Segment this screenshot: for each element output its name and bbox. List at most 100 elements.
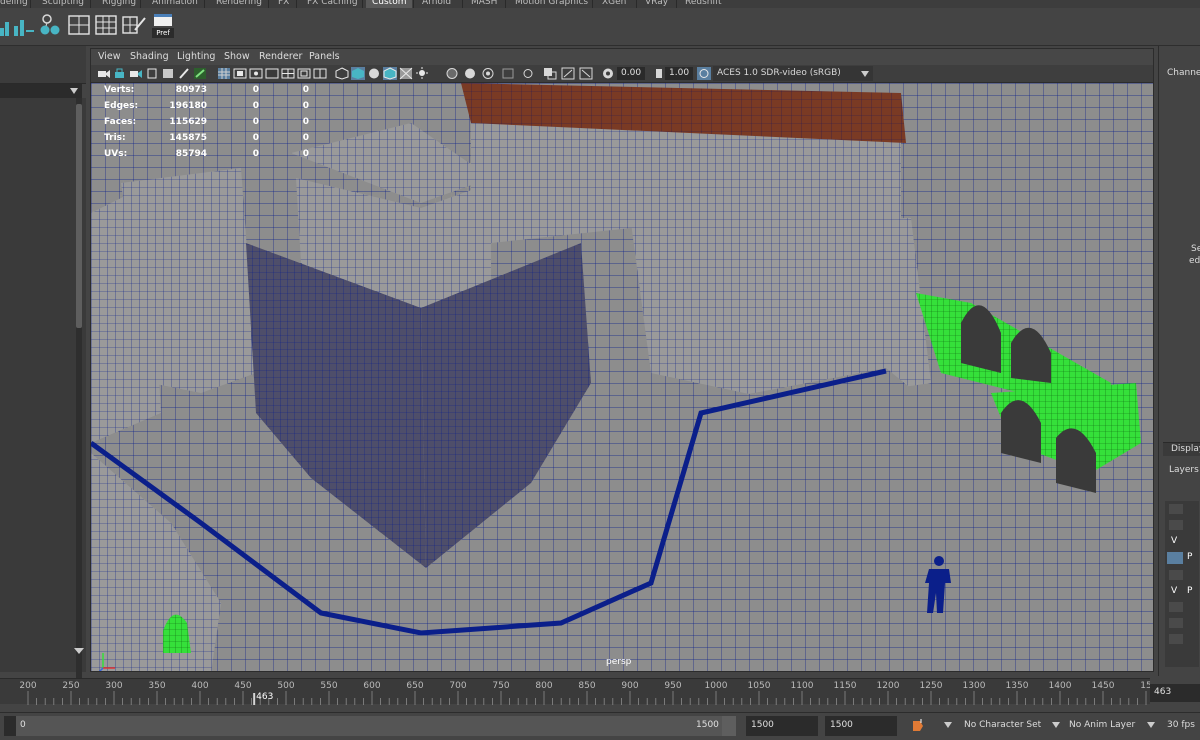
hud-component: 0: [302, 149, 309, 159]
gate-mask-icon[interactable]: [265, 67, 279, 80]
menu-view[interactable]: View: [98, 51, 121, 62]
chevron-down-icon: [70, 88, 78, 94]
fps-dropdown[interactable]: 30 fps: [1167, 720, 1195, 730]
shadows-icon[interactable]: [445, 67, 459, 80]
hypershade-icon[interactable]: [38, 12, 64, 38]
shelf-tab-custom[interactable]: Custom: [366, 0, 413, 8]
gamma-icon[interactable]: [649, 67, 663, 80]
layer-visibility-box[interactable]: [1169, 504, 1183, 514]
bar-chart-icon[interactable]: [12, 12, 38, 38]
left-panel-dropdown[interactable]: [0, 84, 82, 98]
field-chart-icon[interactable]: [281, 67, 295, 80]
menu-renderer[interactable]: Renderer: [259, 51, 302, 62]
camera-select-icon[interactable]: [97, 67, 111, 80]
time-slider[interactable]: 200 250 300 350 400 450 500 550 600 650 700 750 800 8…: [0, 678, 1150, 705]
shelf-tab-rigging[interactable]: Rigging: [102, 0, 136, 8]
layer-visibility-box[interactable]: [1169, 602, 1183, 612]
layer-visibility-box[interactable]: [1169, 520, 1183, 530]
safe-action-icon[interactable]: [297, 67, 311, 80]
gamma-field[interactable]: 1.00: [665, 67, 693, 80]
auto-key-icon[interactable]: [910, 718, 926, 734]
shelf-tab-rendering[interactable]: Rendering: [216, 0, 262, 8]
menu-panels[interactable]: Panels: [309, 51, 340, 62]
film-gate-icon[interactable]: [233, 67, 247, 80]
layers-menu[interactable]: Layers: [1169, 465, 1199, 475]
safe-title-icon[interactable]: [313, 67, 327, 80]
menu-lighting[interactable]: Lighting: [177, 51, 215, 62]
time-ruler[interactable]: 200 250 300 350 400 450 500 550 600 650 700 750 800 8…: [0, 679, 1150, 705]
smooth-shade-icon[interactable]: [351, 67, 365, 80]
layer-selected-row[interactable]: [1167, 552, 1183, 564]
wireframe-on-shaded-icon[interactable]: [383, 67, 397, 80]
shelf-tab-motion-graphics[interactable]: Motion Graphics: [515, 0, 588, 8]
outliner-list[interactable]: [0, 98, 86, 672]
resolution-gate-icon[interactable]: [249, 67, 263, 80]
quad-view-icon[interactable]: [94, 12, 120, 38]
use-default-material-icon[interactable]: [367, 67, 381, 80]
view-transform-dropdown[interactable]: ACES 1.0 SDR-video (sRGB): [713, 66, 873, 81]
shelf-tab-modeling[interactable]: deling: [0, 0, 28, 8]
bookmark-icon[interactable]: [145, 67, 159, 80]
xray-joints-icon[interactable]: [579, 67, 593, 80]
camera-attributes-icon[interactable]: [129, 67, 143, 80]
layer-visible-toggle[interactable]: V: [1171, 536, 1177, 546]
shelf-tab-mash[interactable]: MASH: [471, 0, 497, 8]
edit-grid-icon[interactable]: [121, 12, 147, 38]
shelf-tab-fx-caching[interactable]: FX Caching: [307, 0, 358, 8]
lock-camera-icon[interactable]: [113, 67, 127, 80]
pref-shelf-button[interactable]: Pref: [152, 12, 174, 38]
depth-of-field-icon[interactable]: [521, 67, 535, 80]
exposure-icon[interactable]: [601, 67, 615, 80]
chevron-down-icon[interactable]: [944, 722, 952, 728]
wireframe-cube-icon[interactable]: [335, 67, 349, 80]
range-slider[interactable]: 0 1500: [16, 716, 722, 736]
left-scrollbar-thumb[interactable]: [76, 104, 82, 328]
layer-visibility-box[interactable]: [1169, 570, 1183, 580]
isolate-select-icon[interactable]: [543, 67, 557, 80]
ambient-occlusion-icon[interactable]: [463, 67, 477, 80]
layer-visibility-box[interactable]: [1169, 618, 1183, 628]
chevron-down-icon[interactable]: [1147, 722, 1155, 728]
color-management-icon[interactable]: [697, 67, 711, 80]
shelf-tab-xgen[interactable]: XGen: [602, 0, 626, 8]
lights-icon[interactable]: [415, 67, 429, 80]
grid-toggle-icon[interactable]: [217, 67, 231, 80]
3d-viewport[interactable]: View Shading Lighting Show Renderer Pane…: [90, 48, 1154, 672]
grid-layout-icon[interactable]: [67, 12, 93, 38]
scroll-down-icon[interactable]: [74, 648, 84, 654]
chevron-down-icon[interactable]: [1052, 722, 1060, 728]
textured-icon[interactable]: [399, 67, 413, 80]
layer-playback-toggle[interactable]: P: [1187, 586, 1192, 596]
grease-pencil-icon[interactable]: [177, 67, 191, 80]
animation-end-field[interactable]: 1500: [825, 716, 897, 736]
anim-layer-dropdown[interactable]: No Anim Layer: [1069, 720, 1135, 730]
current-frame-field[interactable]: 463: [1150, 684, 1200, 702]
scene-render[interactable]: [91, 83, 1154, 672]
shelf-toolbar: Pref: [0, 8, 1200, 46]
xray-icon[interactable]: [561, 67, 575, 80]
character-set-dropdown[interactable]: No Character Set: [964, 720, 1041, 730]
playback-end-field[interactable]: 1500: [746, 716, 818, 736]
shelf-tab-fx[interactable]: FX: [278, 0, 289, 8]
range-end-handle[interactable]: [722, 716, 736, 736]
channel-box-title[interactable]: Channe: [1167, 68, 1200, 78]
image-plane-icon[interactable]: [161, 67, 175, 80]
motion-blur-icon[interactable]: [481, 67, 495, 80]
hud-label: Verts:: [104, 85, 135, 95]
menu-show[interactable]: Show: [224, 51, 250, 62]
menu-shading[interactable]: Shading: [130, 51, 169, 62]
2d-pan-zoom-icon[interactable]: [193, 67, 207, 80]
shelf-tab-redshift[interactable]: Redshift: [685, 0, 722, 8]
layer-visibility-box[interactable]: [1169, 634, 1183, 644]
display-tab[interactable]: Display: [1171, 444, 1200, 454]
current-frame-marker[interactable]: [253, 693, 256, 705]
shelf-tab-sculpting[interactable]: Sculpting: [42, 0, 84, 8]
layer-playback-toggle[interactable]: P: [1187, 552, 1192, 562]
shelf-tab-arnold[interactable]: Arnold: [422, 0, 451, 8]
layer-visible-toggle[interactable]: V: [1171, 586, 1177, 596]
hud-component: 0: [302, 101, 309, 111]
shelf-tab-vray[interactable]: VRay: [645, 0, 668, 8]
exposure-field[interactable]: 0.00: [617, 67, 645, 80]
anti-aliasing-icon[interactable]: [501, 67, 515, 80]
shelf-tab-animation[interactable]: Animation: [152, 0, 198, 8]
